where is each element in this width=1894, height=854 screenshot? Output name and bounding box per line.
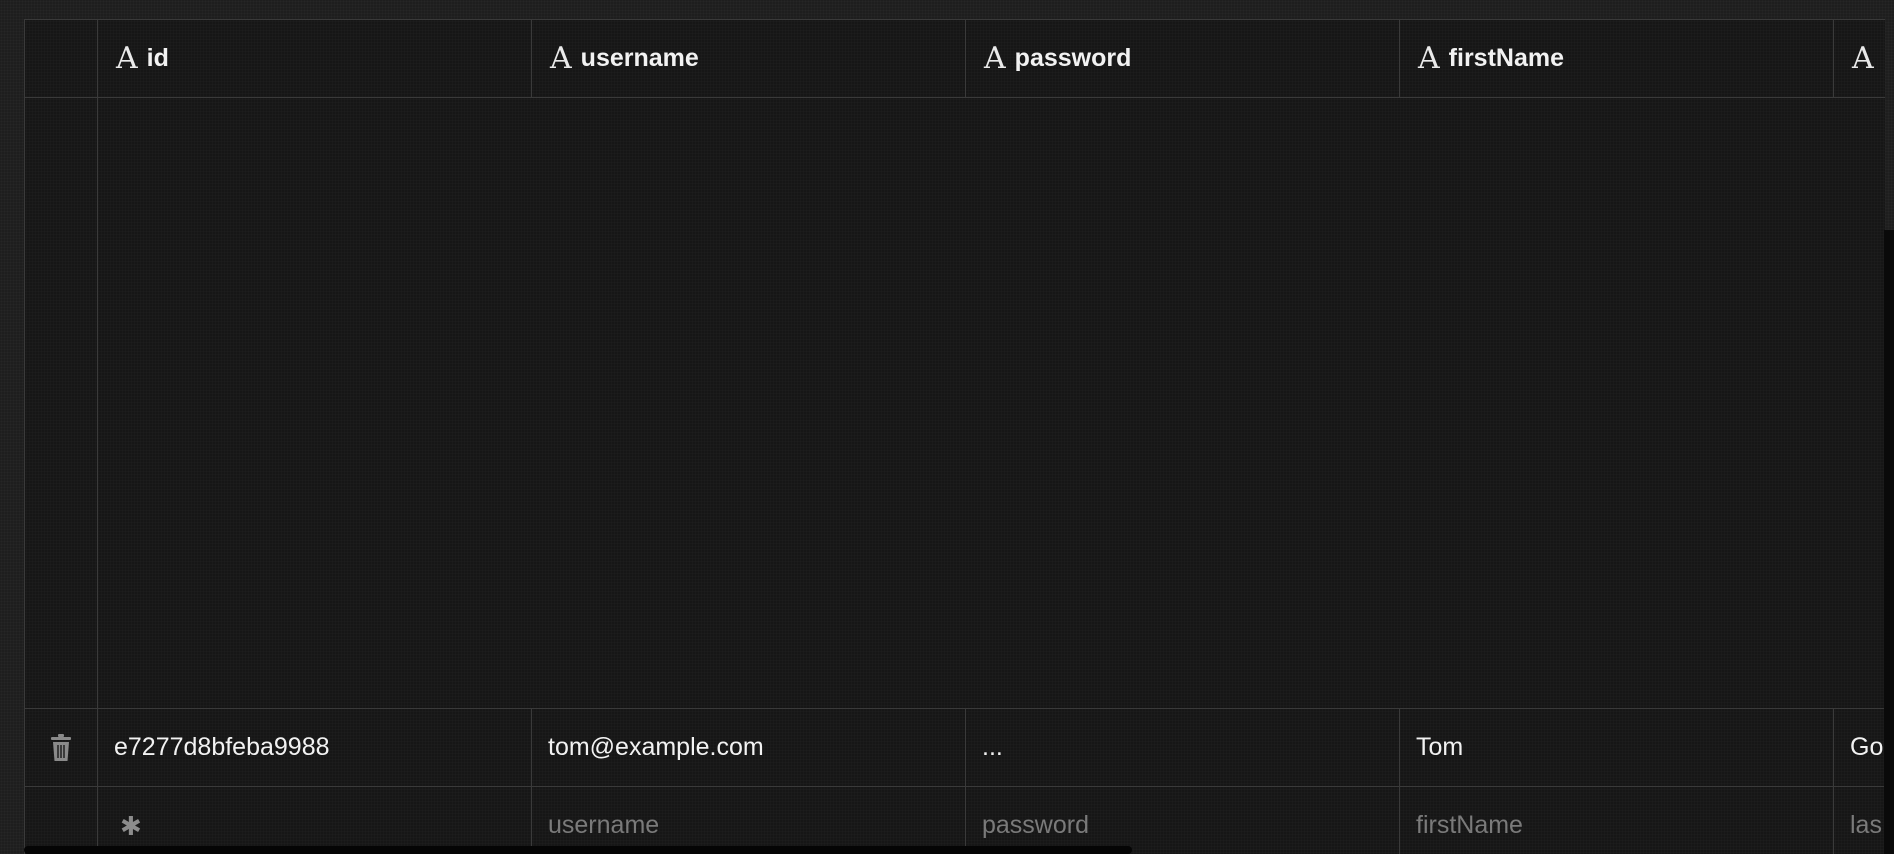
- new-row-gutter: [25, 787, 98, 854]
- asterisk-icon: ✱: [120, 810, 142, 841]
- cell-firstname[interactable]: Tom: [1400, 709, 1834, 786]
- column-header-label: password: [1014, 44, 1132, 72]
- cell-id[interactable]: e7277d8bfeba9988: [98, 709, 532, 786]
- text-type-icon: A: [1418, 40, 1440, 76]
- trash-icon[interactable]: [50, 733, 72, 762]
- column-header-firstname[interactable]: A firstName: [1400, 20, 1834, 97]
- new-password-input[interactable]: password: [966, 787, 1400, 854]
- column-header-label: firstName: [1448, 44, 1564, 72]
- new-username-input[interactable]: username: [532, 787, 966, 854]
- delete-row-button[interactable]: [25, 709, 98, 786]
- new-row-id-cell[interactable]: ✱: [98, 787, 532, 854]
- grid-header-row: A id A username A password A firstName A: [25, 20, 1885, 98]
- cell-username[interactable]: tom@example.com: [532, 709, 966, 786]
- data-browser-window: A id A username A password A firstName A: [0, 0, 1894, 854]
- cell-partial[interactable]: Go: [1834, 709, 1885, 786]
- new-row[interactable]: ✱ username password firstName las: [25, 787, 1885, 854]
- data-grid: A id A username A password A firstName A: [24, 19, 1885, 854]
- header-gutter: [25, 20, 98, 97]
- column-header-username[interactable]: A username: [532, 20, 966, 97]
- text-type-icon: A: [1852, 40, 1874, 76]
- grid-empty-area: [25, 98, 1885, 709]
- new-firstname-input[interactable]: firstName: [1400, 787, 1834, 854]
- column-header-label: id: [146, 44, 169, 72]
- column-header-partial[interactable]: A: [1834, 20, 1885, 97]
- text-type-icon: A: [550, 40, 572, 76]
- column-header-label: username: [580, 44, 699, 72]
- text-type-icon: A: [116, 40, 138, 76]
- vertical-scrollbar[interactable]: [1884, 230, 1894, 854]
- column-header-id[interactable]: A id: [98, 20, 532, 97]
- text-type-icon: A: [984, 40, 1006, 76]
- horizontal-scrollbar[interactable]: [24, 846, 1132, 854]
- table-row[interactable]: e7277d8bfeba9988 tom@example.com ... Tom…: [25, 709, 1885, 787]
- empty-gutter: [25, 98, 98, 708]
- empty-body: [98, 98, 1885, 708]
- cell-password[interactable]: ...: [966, 709, 1400, 786]
- new-partial-input[interactable]: las: [1834, 787, 1885, 854]
- column-header-password[interactable]: A password: [966, 20, 1400, 97]
